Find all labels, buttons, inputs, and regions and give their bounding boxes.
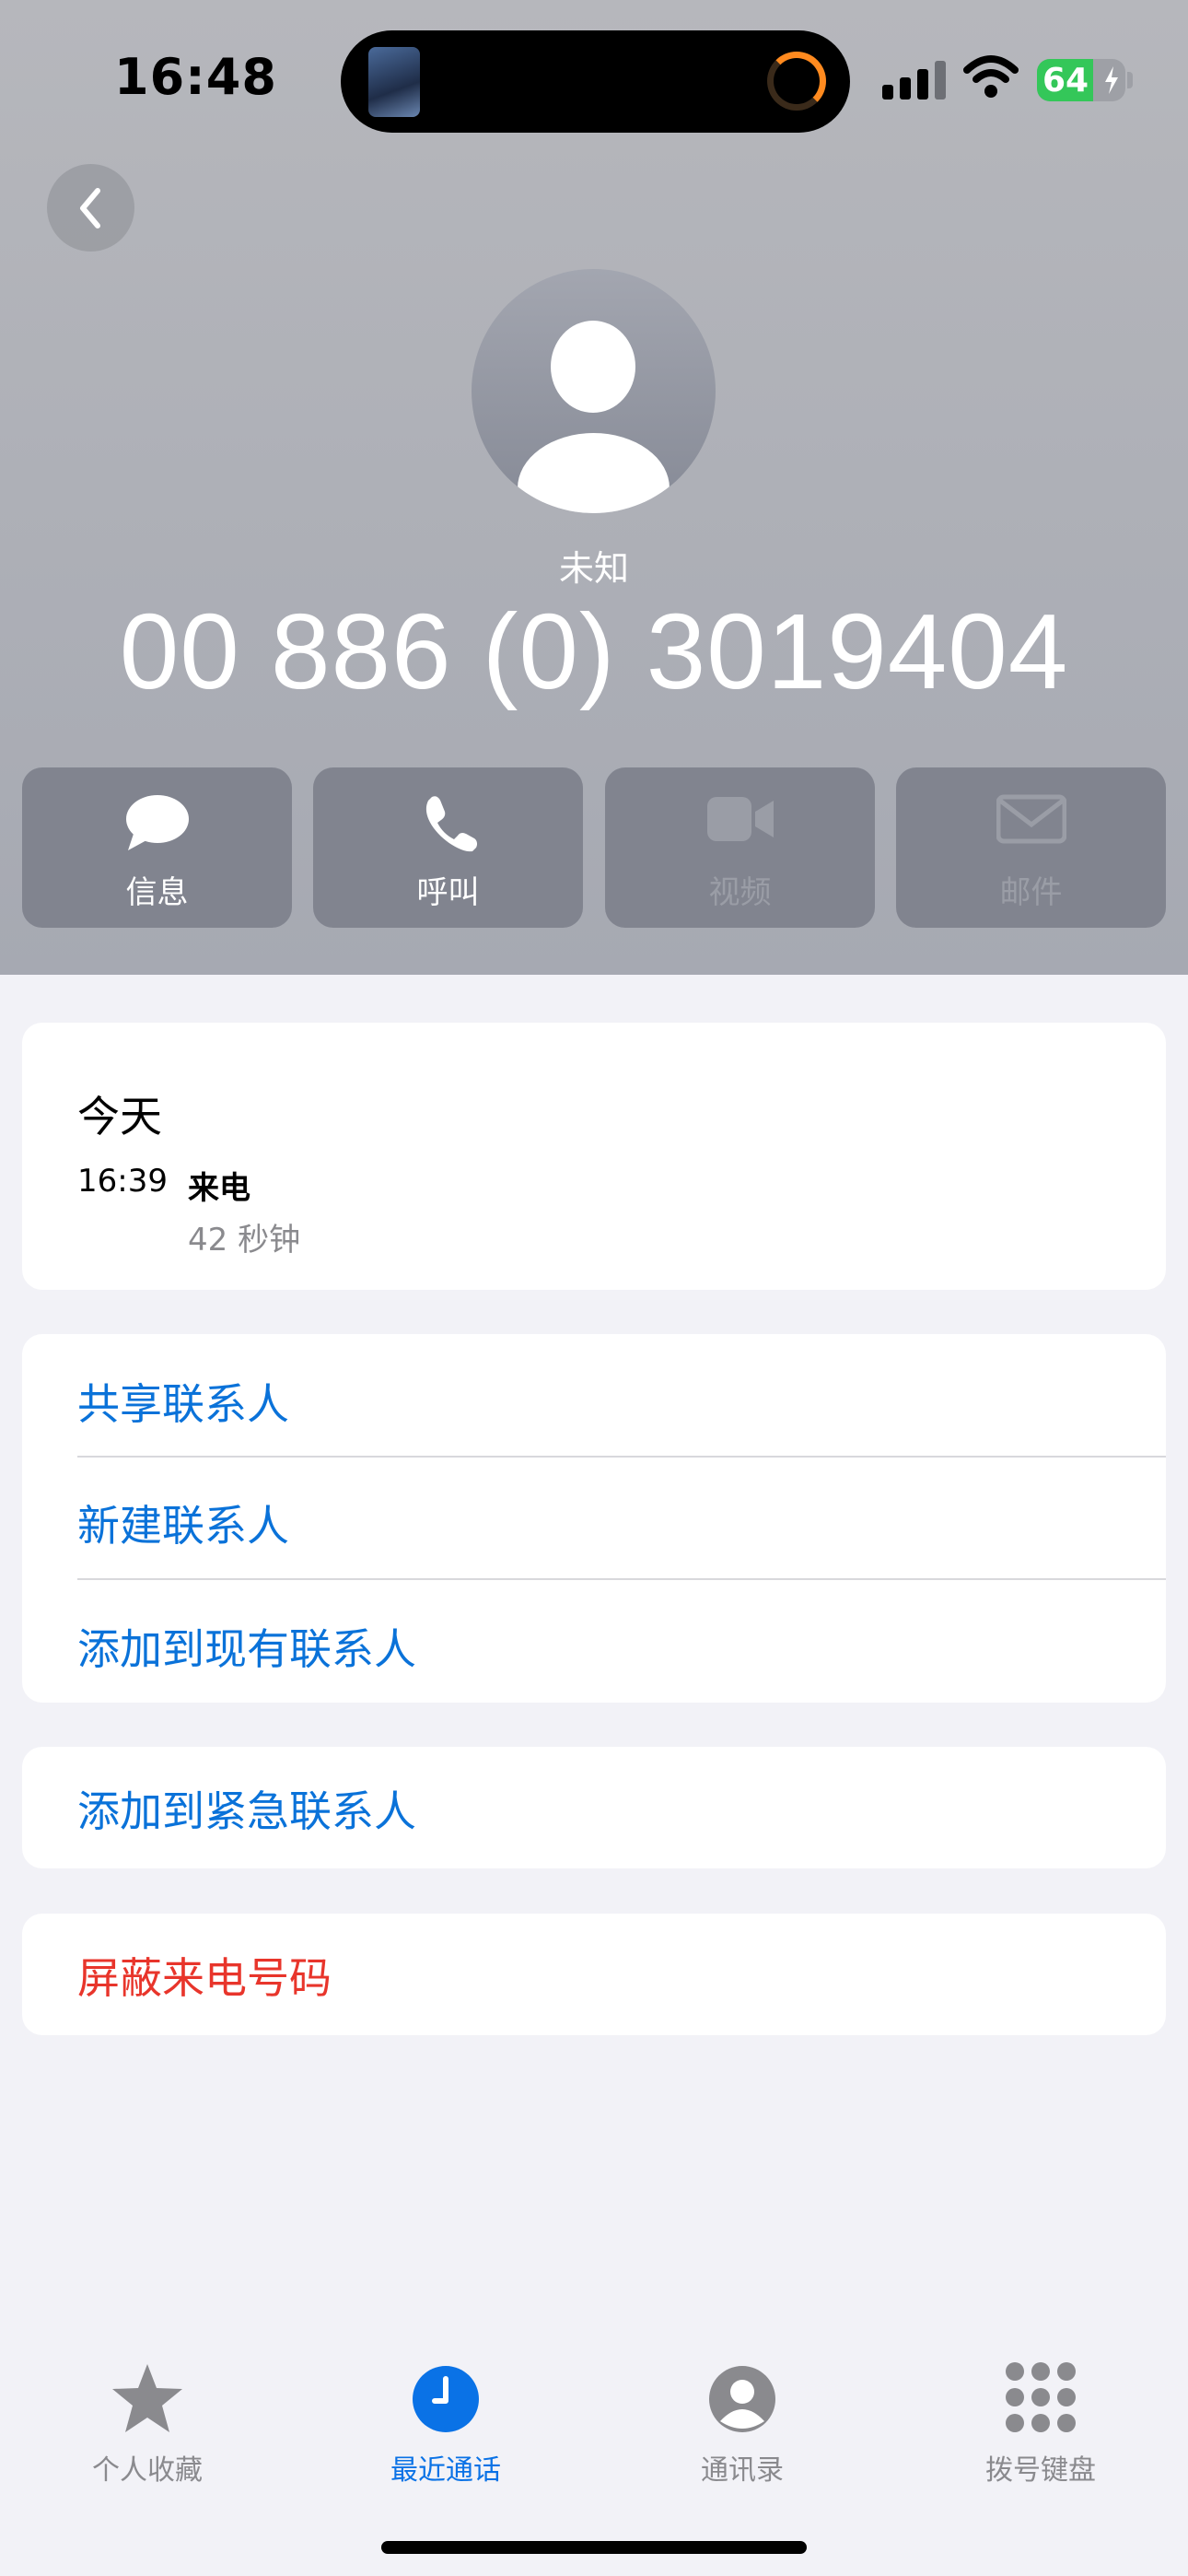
tab-recents[interactable]: 最近通话 — [354, 2359, 538, 2506]
wifi-icon — [963, 53, 1019, 100]
recent-call-card: 今天 16:39 来电 42 秒钟 — [22, 1023, 1166, 1290]
add-to-existing-contact-option[interactable]: 添加到现有联系人 — [77, 1616, 416, 1677]
phone-number: 00 886 (0) 3019404 — [119, 591, 1069, 711]
home-indicator[interactable] — [381, 2541, 807, 2554]
activity-progress-ring-icon — [767, 52, 826, 111]
message-button[interactable]: 信息 — [22, 767, 292, 928]
mail-label: 邮件 — [999, 874, 1063, 911]
call-duration: 42 秒钟 — [188, 1222, 301, 1259]
add-to-emergency-contact-option[interactable]: 添加到紧急联系人 — [77, 1778, 416, 1839]
block-caller-card: 屏蔽来电号码 — [22, 1914, 1166, 2035]
battery-terminal — [1127, 72, 1133, 88]
video-camera-icon — [605, 793, 875, 858]
message-label: 信息 — [125, 874, 189, 911]
contact-options-card: 共享联系人 新建联系人 添加到现有联系人 — [22, 1334, 1166, 1703]
video-button: 视频 — [605, 767, 875, 928]
clock-icon — [354, 2362, 538, 2440]
call-day: 今天 — [77, 1092, 162, 1142]
contact-label: 未知 — [558, 548, 629, 589]
share-contact-option[interactable]: 共享联系人 — [77, 1371, 289, 1432]
divider — [77, 1456, 1166, 1458]
contact-avatar — [472, 269, 716, 513]
block-caller-option[interactable]: 屏蔽来电号码 — [77, 1945, 332, 2006]
call-type: 来电 — [188, 1170, 250, 1207]
message-bubble-icon — [22, 793, 292, 858]
mail-button: 邮件 — [896, 767, 1166, 928]
new-contact-option[interactable]: 新建联系人 — [77, 1493, 289, 1553]
tab-recents-label: 最近通话 — [390, 2454, 501, 2487]
back-button[interactable] — [47, 164, 134, 252]
tab-keypad[interactable]: 拨号键盘 — [949, 2359, 1133, 2506]
chevron-left-icon — [79, 187, 100, 228]
divider — [77, 1578, 1166, 1580]
call-label: 呼叫 — [416, 874, 480, 911]
status-bar: 16:48 64 — [0, 0, 1188, 138]
phone-icon — [313, 793, 583, 858]
charging-bolt-icon — [1105, 66, 1118, 94]
keypad-icon — [949, 2362, 1133, 2440]
battery-indicator: 64 — [1037, 59, 1125, 101]
avatar-body — [518, 433, 670, 513]
avatar-head — [551, 321, 635, 413]
person-circle-icon — [650, 2362, 834, 2440]
call-button[interactable]: 呼叫 — [313, 767, 583, 928]
tab-contacts[interactable]: 通讯录 — [650, 2359, 834, 2506]
star-icon — [55, 2362, 239, 2440]
emergency-contact-card: 添加到紧急联系人 — [22, 1747, 1166, 1868]
envelope-icon — [896, 793, 1166, 858]
contact-header: 16:48 64 未知 00 886 (0) 3019404 信息 呼叫 视频 … — [0, 0, 1188, 975]
call-time: 16:39 — [77, 1163, 168, 1200]
video-label: 视频 — [708, 874, 772, 911]
tab-favorites-label: 个人收藏 — [92, 2454, 203, 2487]
dynamic-island[interactable] — [341, 30, 850, 133]
now-playing-thumbnail — [368, 47, 420, 117]
tab-keypad-label: 拨号键盘 — [985, 2454, 1096, 2487]
tab-contacts-label: 通讯录 — [701, 2454, 784, 2487]
status-time: 16:48 — [114, 48, 277, 106]
tab-favorites[interactable]: 个人收藏 — [55, 2359, 239, 2506]
cellular-signal-icon — [882, 61, 947, 100]
battery-percent: 64 — [1042, 62, 1089, 100]
